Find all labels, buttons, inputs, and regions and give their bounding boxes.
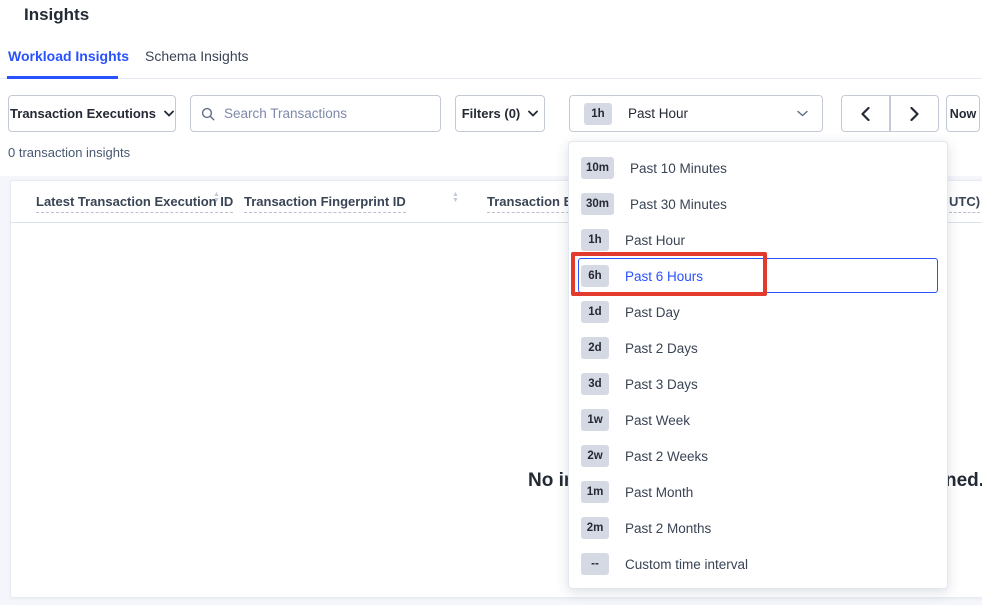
search-icon [201, 107, 215, 121]
time-option-label: Past 6 Hours [625, 269, 703, 284]
chevron-left-icon [861, 107, 870, 121]
time-interval-badge: 1h [584, 103, 612, 125]
filters-button[interactable]: Filters (0) [455, 95, 545, 132]
time-option-past-2-weeks[interactable]: 2w Past 2 Weeks [569, 438, 947, 474]
time-option-label: Past Day [625, 305, 680, 320]
time-interval-label: Past Hour [628, 106, 688, 121]
time-option-badge: 2w [581, 445, 609, 467]
chevron-down-icon [164, 110, 174, 117]
time-option-label: Past Hour [625, 233, 685, 248]
time-option-badge: 1m [581, 481, 609, 503]
now-button[interactable]: Now [946, 95, 980, 132]
search-box[interactable] [190, 95, 441, 132]
filters-label: Filters (0) [462, 106, 521, 121]
chevron-right-icon [910, 107, 919, 121]
previous-interval-button[interactable] [841, 95, 890, 132]
time-option-past-10-minutes[interactable]: 10m Past 10 Minutes [569, 150, 947, 186]
empty-state-text: ned. [945, 470, 982, 492]
time-option-label: Past 2 Months [625, 521, 711, 536]
time-option-badge: -- [581, 553, 609, 575]
time-option-badge: 1d [581, 301, 609, 323]
time-option-past-hour[interactable]: 1h Past Hour [569, 222, 947, 258]
time-option-badge: 2m [581, 517, 609, 539]
time-option-badge: 1w [581, 409, 609, 431]
time-interval-selector[interactable]: 1h Past Hour [569, 95, 823, 132]
time-option-badge: 10m [581, 157, 614, 179]
column-header-transaction-execution[interactable]: Transaction Ex [487, 194, 579, 209]
time-option-badge: 30m [581, 193, 614, 215]
next-interval-button[interactable] [890, 95, 939, 132]
chevron-down-icon [797, 110, 808, 117]
time-option-label: Past 10 Minutes [630, 161, 727, 176]
time-option-badge: 3d [581, 373, 609, 395]
time-option-past-2-months[interactable]: 2m Past 2 Months [569, 510, 947, 546]
type-selector-label: Transaction Executions [10, 106, 156, 121]
time-interval-dropdown: 10m Past 10 Minutes 30m Past 30 Minutes … [568, 141, 948, 589]
time-option-label: Past 2 Days [625, 341, 698, 356]
search-input[interactable] [224, 106, 430, 121]
page-header: Insights Workload Insights Schema Insigh… [0, 0, 982, 79]
page-title: Insights [24, 5, 89, 25]
time-option-label: Past Month [625, 485, 693, 500]
column-header-transaction-fingerprint-id[interactable]: Transaction Fingerprint ID [244, 194, 406, 209]
time-option-label: Past Week [625, 413, 690, 428]
tab-schema-insights[interactable]: Schema Insights [145, 48, 249, 64]
tab-workload-insights[interactable]: Workload Insights [8, 48, 129, 64]
time-option-badge: 1h [581, 229, 609, 251]
time-option-past-3-days[interactable]: 3d Past 3 Days [569, 366, 947, 402]
time-option-past-week[interactable]: 1w Past Week [569, 402, 947, 438]
time-interval-nav [841, 95, 939, 132]
column-header-start-time-utc[interactable]: UTC) [949, 194, 980, 209]
time-option-past-2-days[interactable]: 2d Past 2 Days [569, 330, 947, 366]
insights-count: 0 transaction insights [8, 145, 130, 160]
time-option-past-6-hours[interactable]: 6h Past 6 Hours [569, 258, 947, 294]
chevron-down-icon [528, 110, 538, 117]
sort-icon[interactable]: ▲▼ [452, 192, 459, 204]
time-option-past-30-minutes[interactable]: 30m Past 30 Minutes [569, 186, 947, 222]
time-option-label: Custom time interval [625, 557, 748, 572]
time-option-label: Past 2 Weeks [625, 449, 708, 464]
active-tab-underline [7, 76, 118, 79]
time-option-badge: 6h [581, 265, 609, 287]
time-option-label: Past 3 Days [625, 377, 698, 392]
column-header-latest-transaction-execution-id[interactable]: Latest Transaction Execution ID [36, 194, 233, 209]
time-option-custom-time-interval[interactable]: -- Custom time interval [569, 546, 947, 582]
time-option-badge: 2d [581, 337, 609, 359]
time-option-label: Past 30 Minutes [630, 197, 727, 212]
time-option-past-month[interactable]: 1m Past Month [569, 474, 947, 510]
time-option-past-day[interactable]: 1d Past Day [569, 294, 947, 330]
insights-page: Insights Workload Insights Schema Insigh… [0, 0, 982, 605]
sort-icon[interactable]: ▲▼ [213, 192, 220, 204]
type-selector-button[interactable]: Transaction Executions [8, 95, 176, 132]
